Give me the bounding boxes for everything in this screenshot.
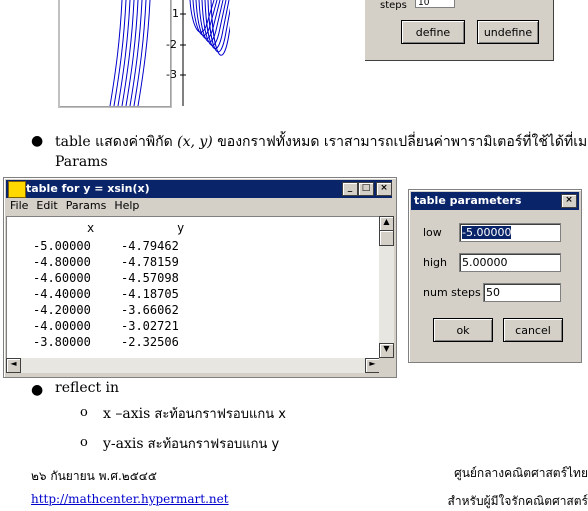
- scroll-right-icon[interactable]: ►: [365, 358, 380, 373]
- table-cell-y: -4.18705: [121, 287, 179, 301]
- table-cell-y: -4.79462: [121, 239, 179, 253]
- bullet1-desc: แสดงค่าพิกัด: [90, 134, 178, 150]
- horizontal-scrollbar[interactable]: ◄ ►: [6, 358, 380, 373]
- footer-url-link[interactable]: http://mathcenter.hypermart.net: [31, 492, 229, 506]
- graph-curve: [133, 0, 147, 106]
- scroll-down-icon[interactable]: ▼: [379, 343, 394, 358]
- num-steps-input[interactable]: 50: [483, 283, 561, 302]
- y-tick-1: 1: [172, 7, 179, 20]
- scroll-thumb[interactable]: [379, 230, 394, 246]
- undefine-button[interactable]: undefine: [477, 20, 539, 44]
- low-label: low: [423, 226, 442, 239]
- sub-bullet-icon: o: [80, 405, 88, 420]
- params-titlebar[interactable]: table parameters ×: [411, 192, 579, 210]
- bullet1-text: table แสดงค่าพิกัด (x, y) ของกราฟทั้งหมด…: [55, 131, 588, 153]
- low-value: -5.00000: [462, 226, 512, 239]
- sub-item-y: y-axis สะท้อนกราฟรอบแกน y: [103, 433, 279, 454]
- table-cell-x: -4.40000: [33, 287, 91, 301]
- ok-button[interactable]: ok: [433, 318, 493, 342]
- menu-bar: File Edit Params Help: [6, 199, 392, 215]
- x-axis-term: x –axis: [103, 406, 151, 422]
- menu-help[interactable]: Help: [110, 199, 143, 212]
- cancel-button[interactable]: cancel: [503, 318, 563, 342]
- bullet1-math: (x, y): [177, 134, 213, 150]
- minimize-icon[interactable]: _: [342, 182, 358, 196]
- footer-date: ๒๖ กันยายน พ.ศ.๒๕๔๕: [31, 469, 157, 483]
- graph-axis: [180, 0, 230, 106]
- menu-edit[interactable]: Edit: [32, 199, 61, 212]
- header-x: x: [87, 221, 95, 235]
- sub-bullet-icon: o: [80, 435, 88, 450]
- table-cell-y: -4.57098: [121, 271, 179, 285]
- close-icon[interactable]: ×: [376, 182, 392, 196]
- menu-file[interactable]: File: [6, 199, 32, 212]
- table-cell-x: -4.80000: [33, 255, 91, 269]
- table-cell-y: -3.02721: [121, 319, 179, 333]
- scroll-up-icon[interactable]: ▲: [379, 216, 394, 231]
- table-cell-x: -5.00000: [33, 239, 91, 253]
- table-window-title: table for y = xsin(x): [26, 182, 150, 195]
- y-axis-desc: สะท้อนกราฟรอบแกน y: [143, 437, 280, 452]
- table-content[interactable]: x y -5.00000 -4.79462 -4.80000 -4.78159 -4.6…: [6, 216, 380, 359]
- app-icon: [8, 181, 26, 198]
- graph-curve: [137, 0, 151, 106]
- menu-params[interactable]: Params: [62, 199, 111, 212]
- table-cell-y: -2.32506: [121, 335, 179, 349]
- high-input[interactable]: 5.00000: [459, 253, 561, 272]
- bullet1-desc2: ของกราฟทั้งหมด เราสามารถเปลี่ยนค่าพารามิ…: [212, 134, 588, 150]
- y-axis-term: y-axis: [103, 436, 144, 452]
- table-cell-y: -3.66062: [121, 303, 179, 317]
- table-cell-x: -3.80000: [33, 335, 91, 349]
- bullet-dot: ●: [31, 133, 44, 149]
- define-button[interactable]: define: [401, 20, 465, 44]
- table-cell-x: -4.60000: [33, 271, 91, 285]
- table-window-titlebar[interactable]: table for y = xsin(x) _ □ ×: [6, 180, 392, 198]
- table-keyword: table: [55, 134, 91, 150]
- header-y: y: [177, 221, 185, 235]
- x-axis-desc: สะท้อนกราฟรอบแกน x: [150, 407, 286, 422]
- y-tick-neg2: -2: [166, 38, 177, 51]
- footer-org: ศูนย์กลางคณิตศาสตร์ไทย: [454, 466, 588, 480]
- reflect-heading: reflect in: [55, 380, 120, 396]
- low-input[interactable]: -5.00000: [459, 223, 561, 242]
- steps-input[interactable]: 10: [415, 0, 455, 8]
- bullet1-line2: Params: [55, 154, 108, 170]
- define-dialog: steps 10 define undefine: [365, 0, 554, 61]
- table-window: table for y = xsin(x) _ □ × File Edit Para…: [3, 177, 397, 378]
- steps-label: steps: [380, 0, 407, 11]
- scroll-left-icon[interactable]: ◄: [6, 358, 21, 373]
- vertical-scrollbar[interactable]: ▲ ▼: [379, 216, 394, 358]
- num-steps-label: num steps: [423, 286, 481, 299]
- resize-grip-icon[interactable]: [379, 358, 394, 373]
- table-cell-x: -4.00000: [33, 319, 91, 333]
- table-parameters-dialog: table parameters × low -5.00000 high 5.0…: [408, 189, 582, 363]
- bullet-dot: ●: [31, 382, 44, 398]
- maximize-icon[interactable]: □: [358, 182, 374, 196]
- sub-item-x: x –axis สะท้อนกราฟรอบแกน x: [103, 403, 286, 424]
- table-cell-x: -4.20000: [33, 303, 91, 317]
- footer-tagline: สำหรับผู้มีใจรักคณิตศาสตร์: [447, 494, 588, 508]
- params-title: table parameters: [414, 194, 522, 207]
- y-tick-neg3: -3: [166, 68, 177, 81]
- high-label: high: [423, 256, 447, 269]
- params-close-icon[interactable]: ×: [561, 194, 577, 208]
- table-cell-y: -4.78159: [121, 255, 179, 269]
